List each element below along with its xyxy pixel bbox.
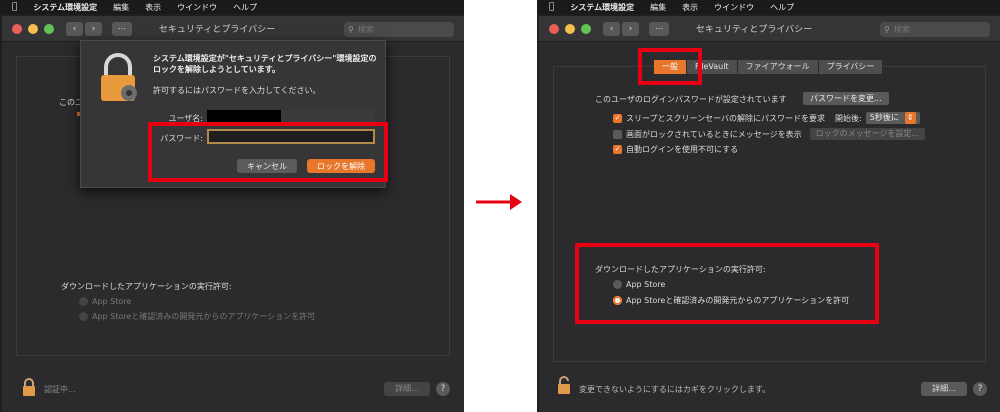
username-field-rest (281, 110, 375, 125)
menu-help[interactable]: ヘルプ (233, 2, 257, 13)
download-heading: ダウンロードしたアプリケーションの実行許可: (595, 265, 766, 274)
cancel-button[interactable]: キャンセル (237, 159, 297, 173)
search-input[interactable] (893, 25, 974, 34)
password-label: パスワード: (160, 134, 203, 143)
lock-message-button[interactable]: ロックのメッセージを設定... (809, 128, 926, 140)
radio-button[interactable] (79, 297, 88, 306)
menu-help[interactable]: ヘルプ (770, 2, 794, 13)
menu-edit[interactable]: 編集 (650, 2, 666, 13)
search-field[interactable]: ⚲ (344, 22, 454, 37)
minimize-window-button[interactable] (565, 23, 575, 34)
window-title: セキュリティとプライバシー (695, 25, 813, 35)
transition-arrow-icon (476, 194, 522, 210)
password-field[interactable] (207, 129, 375, 144)
show-all-grid-icon[interactable]: ⋯ (112, 21, 132, 36)
show-message-label: 画面がロックされているときにメッセージを表示 (626, 129, 802, 139)
tab-privacy[interactable]: プライバシー (818, 60, 884, 74)
radio-identified[interactable]: App Storeと確認済みの開発元からのアプリケーションを許可 (79, 311, 315, 322)
menu-window[interactable]: ウインドウ (714, 2, 754, 13)
help-button[interactable]: ? (973, 382, 987, 396)
menu-app-name[interactable]: システム環境設定 (570, 2, 634, 13)
preferences-window: ‹ › ⋯ セキュリティとプライバシー ⚲ このユ ダウンロードしたアプリケーシ… (2, 16, 464, 412)
apple-menu-icon[interactable]:  (549, 2, 554, 12)
back-button[interactable]: ‹ (603, 21, 620, 36)
title-bar: ‹ › ⋯ セキュリティとプライバシー ⚲ (539, 16, 1000, 42)
radio-button[interactable] (79, 312, 88, 321)
tab-firewall[interactable]: ファイアウォール (737, 60, 819, 74)
disable-autologin-row[interactable]: ✓ 自動ログインを使用不可にする (613, 144, 738, 155)
require-password-checkbox[interactable]: ✓ (613, 113, 622, 123)
preferences-window: ‹ › ⋯ セキュリティとプライバシー ⚲ 一般 FileVault ファイアウ… (539, 16, 1000, 412)
title-bar: ‹ › ⋯ セキュリティとプライバシー ⚲ (2, 16, 464, 42)
dialog-subtitle: 許可するにはパスワードを入力してください。 (153, 86, 321, 95)
search-icon: ⚲ (884, 25, 890, 34)
close-window-button[interactable] (12, 23, 22, 34)
radio-appstore[interactable]: App Store (613, 280, 665, 289)
apple-menu-icon[interactable]:  (12, 2, 17, 12)
screenshot-before:  システム環境設定 編集 表示 ウインドウ ヘルプ ‹ › ⋯ セキュリティと… (0, 0, 464, 412)
lock-hint-text: 変更できないようにするにはカギをクリックします。 (579, 385, 771, 394)
unlock-button[interactable]: ロックを解除 (307, 159, 375, 173)
radio-button[interactable] (613, 280, 622, 289)
menu-window[interactable]: ウインドウ (177, 2, 217, 13)
menu-bar:  システム環境設定 編集 表示 ウインドウ ヘルプ (537, 0, 1000, 14)
chevron-updown-icon: ⇕ (904, 112, 916, 124)
disable-autologin-checkbox[interactable]: ✓ (613, 145, 622, 154)
start-delay-select[interactable]: 5秒後に ⇕ (865, 112, 920, 124)
tab-general[interactable]: 一般 (654, 60, 687, 74)
radio-label: App Store (92, 297, 132, 306)
tab-filevault[interactable]: FileVault (687, 60, 738, 74)
back-button[interactable]: ‹ (66, 21, 83, 36)
zoom-window-button[interactable] (581, 23, 591, 34)
start-label: 開始後: (835, 113, 862, 123)
radio-identified[interactable]: App Storeと確認済みの開発元からのアプリケーションを許可 (613, 295, 849, 306)
window-title: セキュリティとプライバシー (158, 25, 276, 35)
menu-edit[interactable]: 編集 (113, 2, 129, 13)
close-window-button[interactable] (549, 23, 559, 34)
radio-label: App Store (626, 280, 666, 289)
screenshot-after:  システム環境設定 編集 表示 ウインドウ ヘルプ ‹ › ⋯ セキュリティと… (537, 0, 1000, 412)
require-password-label: スリープとスクリーンセーバの解除にパスワードを要求 (626, 113, 826, 123)
download-heading: ダウンロードしたアプリケーションの実行許可: (61, 282, 232, 291)
require-password-row[interactable]: ✓ スリープとスクリーンセーバの解除にパスワードを要求 開始後: 5秒後に ⇕ (613, 112, 920, 124)
minimize-window-button[interactable] (28, 23, 38, 34)
change-password-button[interactable]: パスワードを変更... (803, 92, 889, 105)
show-message-row[interactable]: 画面がロックされているときにメッセージを表示 ロックのメッセージを設定... (613, 128, 926, 140)
auth-status-text: 認証中... (44, 385, 76, 394)
username-label: ユーザ名: (168, 114, 203, 123)
padlock-gear-icon (101, 53, 137, 101)
tab-bar: 一般 FileVault ファイアウォール プライバシー (654, 60, 884, 74)
search-icon: ⚲ (348, 25, 354, 34)
radio-label: App Storeと確認済みの開発元からのアプリケーションを許可 (626, 296, 850, 305)
detail-button[interactable]: 詳細... (921, 382, 967, 396)
menu-bar:  システム環境設定 編集 表示 ウインドウ ヘルプ (0, 0, 464, 14)
help-button[interactable]: ? (436, 382, 450, 396)
show-message-checkbox[interactable] (613, 129, 622, 139)
forward-button[interactable]: › (622, 21, 639, 36)
menu-view[interactable]: 表示 (145, 2, 161, 13)
login-password-text: このユーザのログインパスワードが設定されています (595, 95, 787, 104)
search-input[interactable] (357, 25, 438, 34)
unlock-dialog: システム環境設定が"セキュリティとプライバシー"環境設定のロックを解除しようとし… (80, 40, 386, 188)
menu-view[interactable]: 表示 (682, 2, 698, 13)
radio-button[interactable] (613, 296, 622, 305)
lock-icon[interactable] (22, 378, 36, 396)
username-field[interactable] (207, 110, 281, 125)
menu-app-name[interactable]: システム環境設定 (33, 2, 97, 13)
show-all-grid-icon[interactable]: ⋯ (649, 21, 669, 36)
search-field[interactable]: ⚲ (880, 22, 990, 37)
detail-button[interactable]: 詳細... (384, 382, 430, 396)
forward-button[interactable]: › (85, 21, 102, 36)
radio-appstore[interactable]: App Store (79, 297, 131, 306)
dialog-title: システム環境設定が"セキュリティとプライバシー"環境設定のロックを解除しようとし… (153, 54, 377, 74)
disable-autologin-label: 自動ログインを使用不可にする (626, 145, 739, 154)
zoom-window-button[interactable] (44, 23, 54, 34)
settings-panel (553, 66, 986, 362)
start-delay-value: 5秒後に (869, 113, 899, 122)
radio-label: App Storeと確認済みの開発元からのアプリケーションを許可 (92, 312, 316, 321)
unlocked-lock-icon[interactable] (557, 376, 571, 394)
